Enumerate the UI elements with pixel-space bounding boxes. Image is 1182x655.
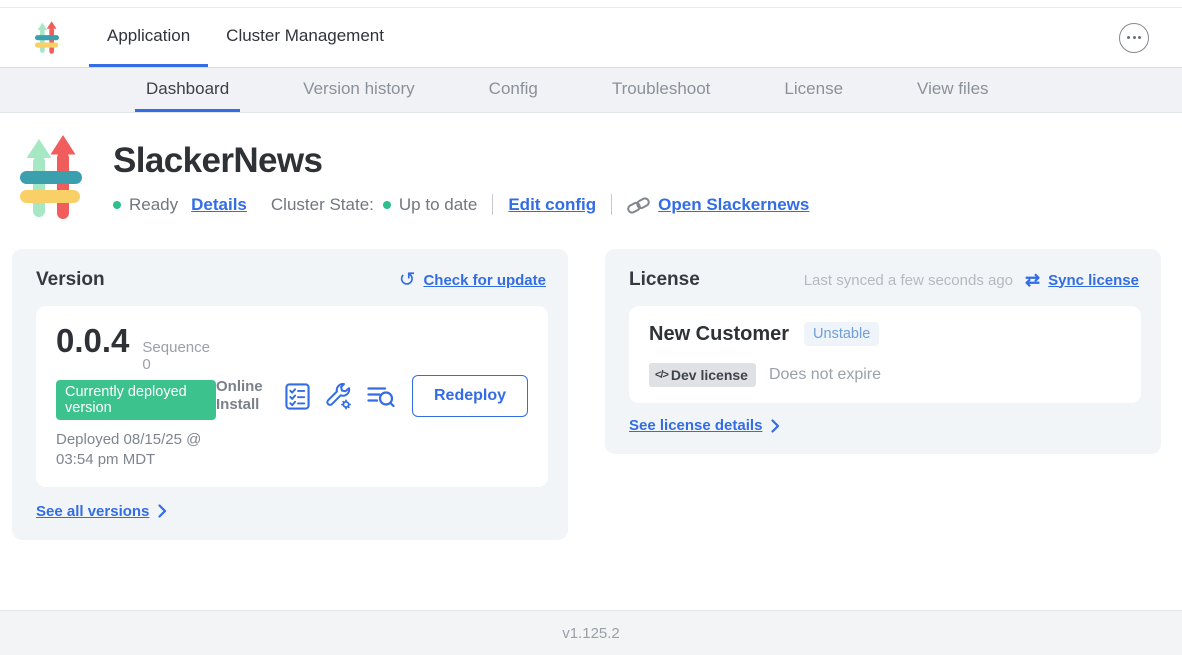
deployed-timestamp: Deployed 08/15/25 @ 03:54 pm MDT [56,430,216,471]
see-all-versions-link[interactable]: See all versions [36,503,149,520]
app-status-label: Ready [129,195,178,215]
edit-config-link[interactable]: Edit config [508,195,596,215]
topnav-tab-cluster-management[interactable]: Cluster Management [208,8,402,67]
tab-config[interactable]: Config [478,68,549,112]
tab-license[interactable]: License [773,68,854,112]
console-footer: v1.125.2 [0,610,1182,655]
navbar-right [1119,8,1182,67]
version-card-title: Version [36,269,105,291]
tab-label: Version history [303,79,415,99]
app-status-row: Ready Details Cluster State: Up to date … [113,194,809,215]
chevron-right-icon [771,419,780,433]
page-title: SlackerNews [113,141,809,181]
cluster-state-value: Up to date [399,195,477,215]
code-icon: </> [655,369,668,381]
app-status-dot-icon [113,201,121,209]
channel-badge: Unstable [804,322,879,346]
license-type-label: Dev license [671,367,748,383]
topnav-tab-label: Cluster Management [226,26,384,46]
version-card: Version ↺ Check for update 0.0.4 Sequenc… [12,249,568,540]
see-license-details-link[interactable]: See license details [629,417,762,434]
license-card-title: License [629,269,700,291]
license-panel: New Customer Unstable </> Dev license Do… [629,306,1141,403]
topnav-tab-application[interactable]: Application [89,8,208,67]
view-logs-icon[interactable] [367,384,395,409]
app-logo-icon [35,21,59,54]
license-card: License Last synced a few seconds ago ⇄ … [605,249,1161,454]
dashboard-cards: Version ↺ Check for update 0.0.4 Sequenc… [12,249,1182,540]
tab-label: Config [489,79,538,99]
current-version-panel: 0.0.4 Sequence 0 Currently deployed vers… [36,306,548,487]
redeploy-button[interactable]: Redeploy [412,375,528,417]
license-type-badge: </> Dev license [649,363,756,387]
chevron-right-icon [158,504,167,518]
sync-icon[interactable]: ⇄ [1025,271,1040,289]
last-synced-label: Last synced a few seconds ago [804,272,1013,289]
deployed-status-badge: Currently deployed version [56,380,216,420]
divider [611,194,612,215]
cluster-state-label: Cluster State: [271,195,374,215]
tab-troubleshoot[interactable]: Troubleshoot [601,68,722,112]
install-type-label: Online Install [216,378,270,416]
check-for-update-link[interactable]: Check for update [423,272,546,289]
tab-label: View files [917,79,989,99]
cluster-state-dot-icon [383,201,391,209]
top-navbar: Application Cluster Management [0,8,1182,68]
sequence-label: Sequence 0 [142,339,216,373]
external-link-icon [627,196,651,214]
refresh-icon[interactable]: ↺ [399,270,416,290]
tab-version-history[interactable]: Version history [292,68,426,112]
app-header: SlackerNews Ready Details Cluster State:… [20,135,1182,219]
console-version: v1.125.2 [562,625,620,642]
customer-name: New Customer [649,323,789,346]
tab-label: License [784,79,843,99]
tab-view-files[interactable]: View files [906,68,1000,112]
version-number: 0.0.4 [56,322,129,360]
sync-license-link[interactable]: Sync license [1048,272,1139,289]
license-expiry: Does not expire [769,366,881,384]
admin-console-page: Application Cluster Management Dashboard… [0,0,1182,655]
tab-label: Dashboard [146,79,229,99]
app-subnav: Dashboard Version history Config Trouble… [0,68,1182,113]
config-wrench-icon[interactable] [325,383,352,410]
topnav-tab-label: Application [107,26,190,46]
divider [492,194,493,215]
more-options-icon[interactable] [1119,23,1149,53]
status-details-link[interactable]: Details [191,195,247,215]
preflight-checks-icon[interactable] [285,383,310,410]
open-app-link[interactable]: Open Slackernews [658,195,809,215]
dashboard-main: SlackerNews Ready Details Cluster State:… [0,113,1182,610]
tab-dashboard[interactable]: Dashboard [135,68,240,112]
top-strip [0,0,1182,8]
app-icon-large [20,135,82,219]
tab-label: Troubleshoot [612,79,711,99]
